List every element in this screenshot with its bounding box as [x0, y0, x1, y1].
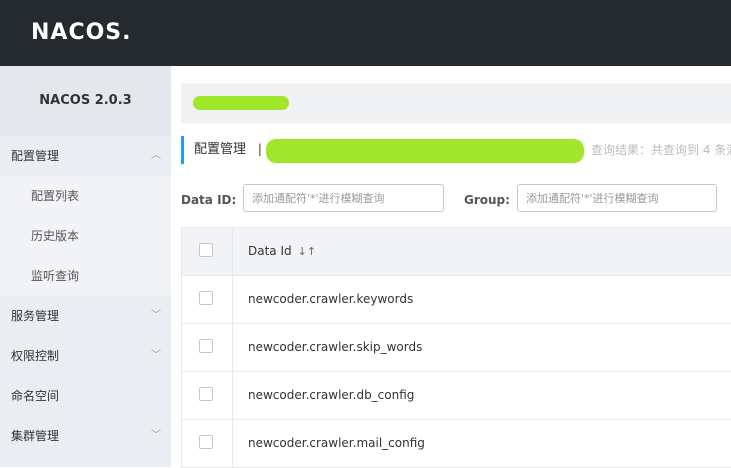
row-data-id[interactable]: newcoder.crawler.skip_words: [248, 324, 422, 371]
row-checkbox[interactable]: [199, 339, 213, 353]
sidebar-item-label: 历史版本: [31, 229, 80, 243]
sidebar-item-namespace[interactable]: 命名空间: [0, 376, 171, 416]
sidebar-item-cluster-management[interactable]: 集群管理 ﹀: [0, 416, 171, 456]
sidebar-item-label: 配置列表: [31, 189, 80, 203]
sidebar-item-config-management[interactable]: 配置管理 ︿: [0, 136, 171, 176]
table-row: newcoder.crawler.skip_words: [182, 324, 731, 372]
sidebar-item-label: 集群管理: [11, 429, 60, 443]
nacos-logo[interactable]: NACOS.: [31, 20, 132, 46]
row-data-id[interactable]: newcoder.crawler.keywords: [248, 276, 413, 323]
chevron-down-icon: ﹀: [151, 350, 161, 361]
sidebar-item-label: 权限控制: [11, 349, 60, 363]
sidebar-item-service-management[interactable]: 服务管理 ﹀: [0, 296, 171, 336]
sidebar-item-history[interactable]: 历史版本: [0, 216, 171, 256]
chevron-down-icon: ﹀: [151, 310, 161, 321]
group-input[interactable]: [517, 184, 717, 212]
table-row: newcoder.crawler.db_config: [182, 372, 731, 420]
data-id-label: Data ID:: [181, 193, 237, 207]
row-data-id[interactable]: newcoder.crawler.db_config: [248, 372, 414, 419]
data-id-column-header[interactable]: Data Id ↓↑: [248, 228, 316, 275]
chevron-up-icon: ︿: [151, 150, 161, 161]
page-header: 配置管理 | 查询结果：共查询到 4 条满: [181, 136, 731, 164]
select-all-cell: [182, 228, 233, 275]
table-row: newcoder.crawler.mail_config: [182, 420, 731, 468]
sidebar-item-config-list[interactable]: 配置列表: [0, 176, 171, 216]
column-header-label: Data Id: [248, 244, 292, 258]
config-table: Data Id ↓↑ newcoder.crawler.keywords newc…: [181, 227, 731, 468]
sidebar-item-listener-query[interactable]: 监听查询: [0, 256, 171, 296]
row-check-cell: [182, 372, 233, 419]
row-checkbox[interactable]: [199, 291, 213, 305]
sidebar-item-label: 监听查询: [31, 269, 80, 283]
sort-icon[interactable]: ↓↑: [298, 245, 316, 258]
group-label: Group:: [464, 193, 510, 207]
main-content: 配置管理 | 查询结果：共查询到 4 条满 Data ID: Group: Da…: [171, 66, 731, 468]
row-checkbox[interactable]: [199, 435, 213, 449]
table-header-row: Data Id ↓↑: [182, 228, 731, 276]
query-result-text: 查询结果：共查询到 4 条满: [591, 143, 731, 157]
select-all-checkbox[interactable]: [199, 243, 213, 257]
row-check-cell: [182, 276, 233, 323]
data-id-input[interactable]: [243, 184, 444, 212]
row-data-id[interactable]: newcoder.crawler.mail_config: [248, 420, 425, 467]
chevron-down-icon: ﹀: [151, 430, 161, 441]
sidebar-title: NACOS 2.0.3: [0, 66, 171, 136]
namespace-bar: [181, 83, 731, 123]
sidebar: NACOS 2.0.3 配置管理 ︿ 配置列表 历史版本 监听查询 服务管理 ﹀…: [0, 66, 171, 467]
title-separator: |: [257, 142, 262, 156]
row-check-cell: [182, 324, 233, 371]
top-bar: NACOS.: [0, 0, 731, 66]
redaction-mark: [193, 96, 289, 110]
table-row: newcoder.crawler.keywords: [182, 276, 731, 324]
sidebar-item-access-control[interactable]: 权限控制 ﹀: [0, 336, 171, 376]
sidebar-item-label: 命名空间: [11, 389, 60, 403]
sidebar-item-label: 配置管理: [11, 149, 60, 163]
row-checkbox[interactable]: [199, 387, 213, 401]
row-check-cell: [182, 420, 233, 467]
redaction-mark: [266, 139, 584, 163]
page-title: 配置管理: [194, 142, 247, 157]
sidebar-item-label: 服务管理: [11, 309, 60, 323]
